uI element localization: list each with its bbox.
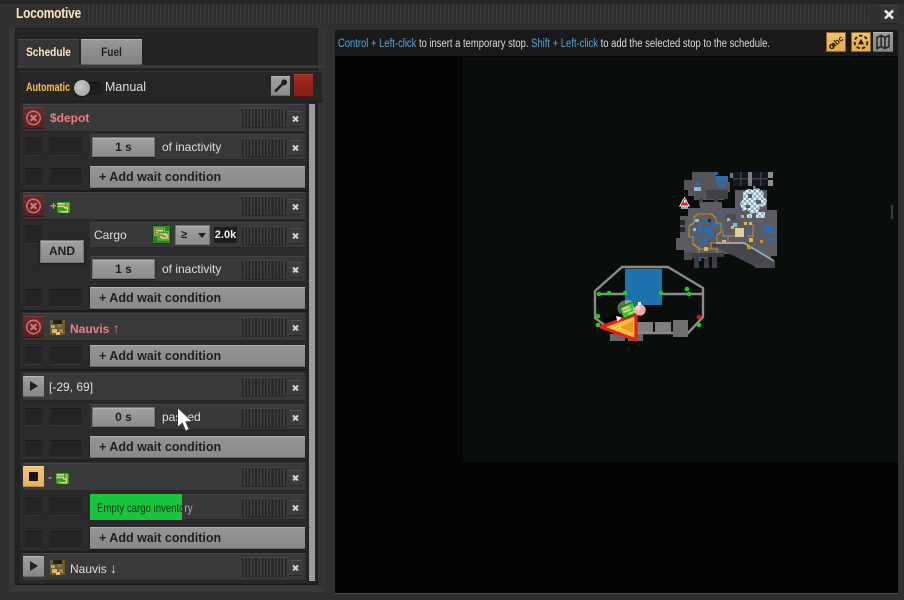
svg-text:abc: abc (829, 34, 846, 50)
